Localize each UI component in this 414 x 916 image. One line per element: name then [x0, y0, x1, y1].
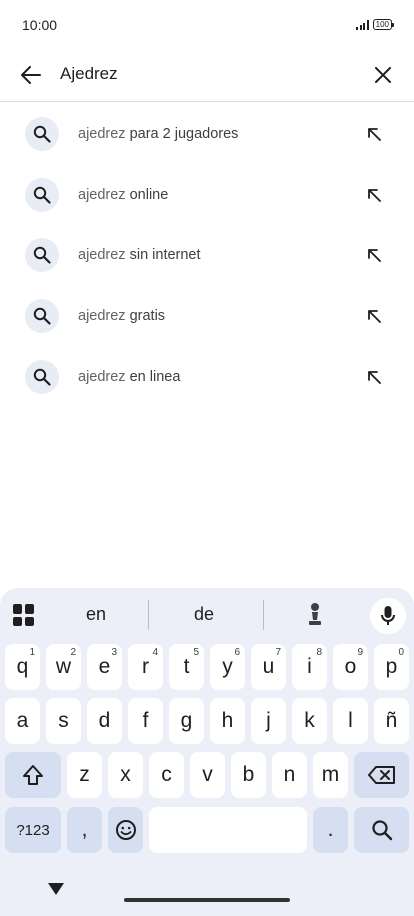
- search-icon: [25, 177, 59, 212]
- word-suggestion[interactable]: en: [86, 604, 106, 625]
- suggestion-text: ajedrez en linea: [78, 368, 181, 385]
- word-suggestion[interactable]: de: [194, 604, 214, 625]
- search-icon: [371, 820, 392, 841]
- key-r[interactable]: r4: [128, 644, 163, 690]
- key-b[interactable]: b: [231, 752, 266, 798]
- key-t[interactable]: t5: [169, 644, 204, 690]
- emoji-icon: [115, 820, 136, 840]
- north-west-arrow-icon[interactable]: [364, 245, 384, 265]
- back-arrow-icon: [21, 66, 41, 84]
- search-icon: [25, 117, 59, 152]
- search-bar: Ajedrez: [0, 50, 414, 102]
- list-item[interactable]: ajedrez para 2 jugadores: [0, 104, 414, 165]
- key-f[interactable]: f: [128, 698, 163, 744]
- status-bar: 10:00 100: [0, 0, 414, 50]
- key-w[interactable]: w2: [46, 644, 81, 690]
- key-l[interactable]: l: [333, 698, 368, 744]
- key-n-tilde[interactable]: ñ: [374, 698, 409, 744]
- search-icon: [25, 238, 59, 273]
- battery-icon: 100: [372, 19, 395, 30]
- search-key[interactable]: [354, 807, 409, 853]
- on-screen-keyboard: en de q1 w2 e3 r4 t5 y6 u7 i8 o9 p0 a s …: [0, 588, 414, 916]
- keyboard-suggestion-strip: en de: [0, 596, 414, 638]
- status-time: 10:00: [22, 17, 58, 33]
- mic-button[interactable]: [370, 598, 406, 634]
- search-icon: [25, 299, 59, 334]
- north-west-arrow-icon[interactable]: [364, 124, 384, 144]
- key-y[interactable]: y6: [210, 644, 245, 690]
- list-item[interactable]: ajedrez en linea: [0, 346, 414, 407]
- suggestion-text: ajedrez para 2 jugadores: [78, 126, 239, 143]
- suggestion-text: ajedrez gratis: [78, 308, 166, 325]
- backspace-key[interactable]: [354, 752, 409, 798]
- key-n[interactable]: n: [272, 752, 307, 798]
- suggestion-text: ajedrez sin internet: [78, 247, 201, 264]
- key-a[interactable]: a: [5, 698, 40, 744]
- status-icons: 100: [356, 19, 395, 30]
- emoji-key[interactable]: [108, 807, 143, 853]
- back-button[interactable]: [18, 62, 44, 88]
- key-g[interactable]: g: [169, 698, 204, 744]
- divider: [148, 600, 149, 630]
- chess-pawn-icon[interactable]: [305, 601, 325, 629]
- space-key[interactable]: [149, 807, 307, 853]
- key-o[interactable]: o9: [333, 644, 368, 690]
- key-u[interactable]: u7: [251, 644, 286, 690]
- symbols-key[interactable]: ?123: [5, 807, 61, 853]
- close-icon: [375, 67, 391, 83]
- key-j[interactable]: j: [251, 698, 286, 744]
- mic-icon: [381, 606, 395, 625]
- divider: [263, 600, 264, 630]
- list-item[interactable]: ajedrez gratis: [0, 286, 414, 347]
- key-d[interactable]: d: [87, 698, 122, 744]
- list-item[interactable]: ajedrez sin internet: [0, 225, 414, 286]
- home-indicator[interactable]: [124, 898, 290, 902]
- north-west-arrow-icon[interactable]: [364, 306, 384, 326]
- suggestion-list: ajedrez para 2 jugadores ajedrez online …: [0, 104, 414, 407]
- battery-level: 100: [375, 20, 389, 29]
- navigation-bar: [0, 868, 414, 916]
- shift-key[interactable]: [5, 752, 61, 798]
- list-item[interactable]: ajedrez online: [0, 165, 414, 226]
- suggestion-text: ajedrez online: [78, 186, 169, 203]
- key-s[interactable]: s: [46, 698, 81, 744]
- key-v[interactable]: v: [190, 752, 225, 798]
- key-k[interactable]: k: [292, 698, 327, 744]
- search-icon: [25, 359, 59, 394]
- apps-grid-icon[interactable]: [13, 604, 35, 626]
- key-x[interactable]: x: [108, 752, 143, 798]
- north-west-arrow-icon[interactable]: [364, 367, 384, 387]
- search-input[interactable]: Ajedrez: [60, 64, 118, 84]
- key-m[interactable]: m: [313, 752, 348, 798]
- key-c[interactable]: c: [149, 752, 184, 798]
- key-p[interactable]: p0: [374, 644, 409, 690]
- key-q[interactable]: q1: [5, 644, 40, 690]
- shift-icon: [23, 765, 43, 785]
- keyboard-hide-icon[interactable]: [47, 882, 65, 896]
- period-key[interactable]: .: [313, 807, 348, 853]
- clear-search-button[interactable]: [370, 62, 396, 88]
- backspace-icon: [367, 766, 395, 784]
- key-i[interactable]: i8: [292, 644, 327, 690]
- north-west-arrow-icon[interactable]: [364, 185, 384, 205]
- key-e[interactable]: e3: [87, 644, 122, 690]
- key-z[interactable]: z: [67, 752, 102, 798]
- comma-key[interactable]: ,: [67, 807, 102, 853]
- key-h[interactable]: h: [210, 698, 245, 744]
- signal-icon: [356, 19, 369, 30]
